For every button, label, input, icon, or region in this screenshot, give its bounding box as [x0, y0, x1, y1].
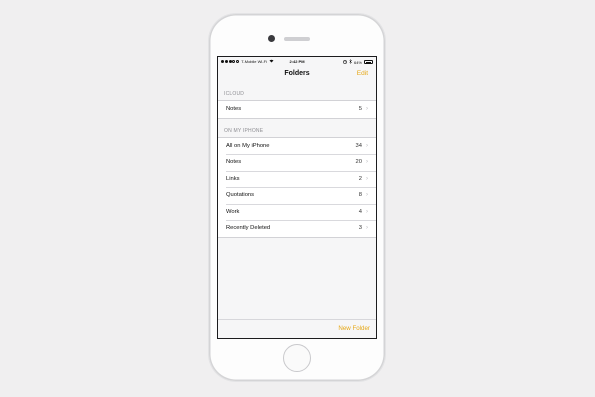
folder-count: 2 [358, 175, 362, 182]
folder-row-recently-deleted[interactable]: Recently Deleted 3 › [218, 220, 376, 237]
folder-row-notes[interactable]: Notes 20 › [218, 154, 376, 171]
folder-name: Notes [226, 106, 242, 113]
status-bar: T-Mobile Wi-Fi 2:42 PM 64% [218, 57, 376, 66]
folder-count: 34 [355, 142, 362, 149]
folder-name: Recently Deleted [226, 225, 271, 232]
alarm-icon [343, 59, 347, 65]
home-button[interactable] [283, 344, 311, 372]
chevron-right-icon: › [366, 106, 368, 113]
edit-button[interactable]: Edit [357, 70, 368, 77]
battery-percent: 64% [353, 59, 362, 65]
chevron-right-icon: › [366, 192, 368, 199]
page-title: Folders [284, 70, 310, 77]
folder-row-all-on-my-iphone[interactable]: All on My iPhone 34 › [218, 138, 376, 155]
front-camera [268, 35, 275, 42]
folder-row-work[interactable]: Work 4 › [218, 203, 376, 221]
battery-icon [364, 60, 373, 64]
folder-name: All on My iPhone [226, 142, 270, 149]
bluetooth-icon [349, 58, 352, 65]
chevron-right-icon: › [366, 225, 368, 232]
folder-row-icloud-notes[interactable]: Notes 5 › [218, 101, 376, 118]
phone-screen: T-Mobile Wi-Fi 2:42 PM 64% Folders Edit … [217, 56, 377, 339]
bottom-toolbar: New Folder [218, 319, 376, 338]
folder-count: 3 [358, 225, 362, 232]
navigation-bar: Folders Edit [218, 66, 376, 84]
folder-name: Work [226, 208, 240, 215]
folder-count: 4 [358, 208, 362, 215]
folder-name: Quotations [226, 192, 255, 199]
chevron-right-icon: › [366, 142, 368, 149]
folder-count: 8 [358, 192, 362, 199]
folder-name: Links [226, 175, 240, 182]
new-folder-button[interactable]: New Folder [338, 325, 370, 332]
on-my-iphone-folder-list: All on My iPhone 34 › Notes 20 › Links 2… [218, 136, 376, 238]
chevron-right-icon: › [366, 208, 368, 215]
folder-row-links[interactable]: Links 2 › [218, 170, 376, 188]
folder-row-quotations[interactable]: Quotations 8 › [218, 187, 376, 204]
chevron-right-icon: › [366, 175, 368, 182]
folder-count: 5 [358, 106, 362, 113]
chevron-right-icon: › [366, 159, 368, 166]
folder-count: 20 [355, 159, 362, 166]
earpiece-speaker [284, 37, 310, 41]
icloud-folder-list: Notes 5 › [218, 100, 376, 119]
folder-name: Notes [226, 159, 242, 166]
status-right: 64% [343, 58, 373, 65]
